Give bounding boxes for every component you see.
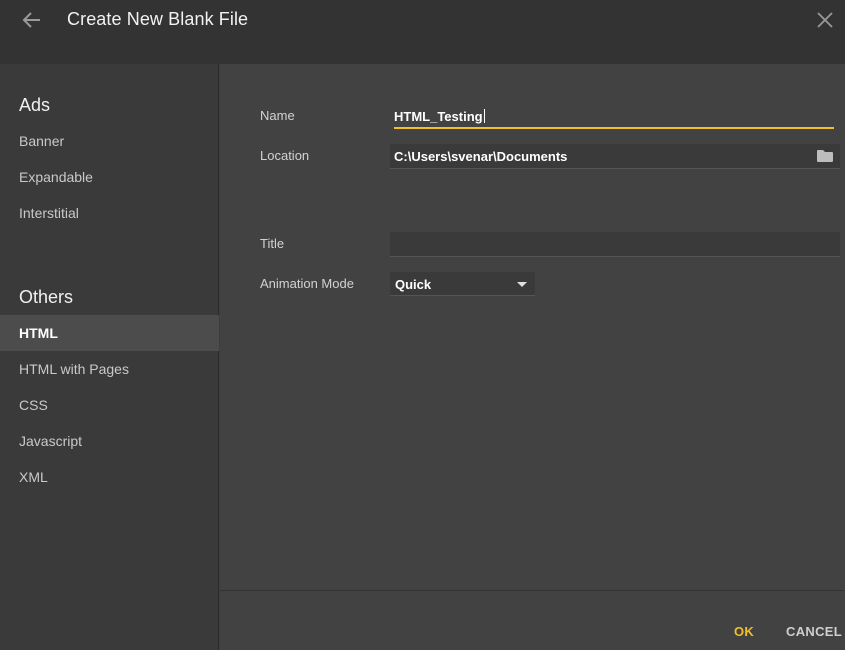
sidebar-item-expandable[interactable]: Expandable [0,159,219,195]
animation-mode-value: Quick [395,277,432,292]
sidebar-item-html-with-pages[interactable]: HTML with Pages [0,351,219,387]
close-icon[interactable] [815,10,835,30]
name-label: Name [260,108,295,123]
text-cursor [483,109,485,123]
animation-mode-select[interactable]: Quick [390,272,535,296]
animation-mode-label: Animation Mode [260,276,354,291]
dialog-title: Create New Blank File [67,9,249,29]
arrow-left-icon[interactable] [18,6,46,34]
sidebar-item-css[interactable]: CSS [0,387,219,423]
name-value: HTML_Testing [394,109,483,124]
location-label: Location [260,148,310,163]
title-field[interactable] [390,232,840,257]
folder-icon[interactable] [816,149,834,163]
sidebar-item-interstitial[interactable]: Interstitial [0,195,219,231]
section-title-others: Others [19,287,74,307]
ok-button[interactable]: OK [734,624,754,639]
file-settings-panel: Name HTML_Testing Location C:\Users\sven… [220,64,845,650]
name-field[interactable]: HTML_Testing [394,104,834,129]
cancel-button[interactable]: CANCEL [786,624,842,639]
file-type-sidebar: Ads Banner Expandable Interstitial Other… [0,64,219,650]
sidebar-item-banner[interactable]: Banner [0,123,219,159]
title-label: Title [260,236,285,251]
dialog-header: Create New Blank File [0,0,845,64]
sidebar-item-javascript[interactable]: Javascript [0,423,219,459]
sidebar-item-xml[interactable]: XML [0,459,219,495]
chevron-down-icon [517,282,527,287]
footer-divider [220,590,845,591]
section-title-ads: Ads [19,95,51,115]
location-value: C:\Users\svenar\Documents [394,149,568,164]
sidebar-item-html[interactable]: HTML [0,315,219,351]
location-field[interactable]: C:\Users\svenar\Documents [390,144,840,169]
